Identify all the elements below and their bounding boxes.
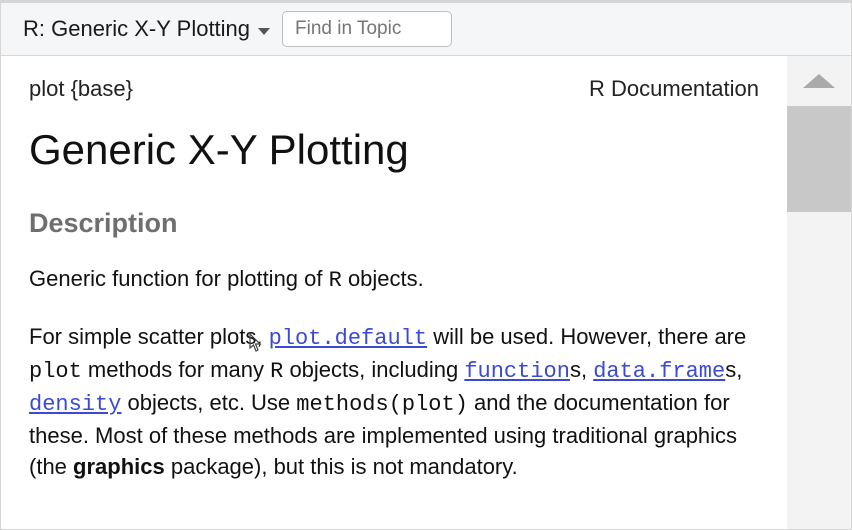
code-plot: plot <box>29 359 82 384</box>
text: objects. <box>342 266 424 291</box>
content-wrap: plot {base} R Documentation Generic X-Y … <box>1 56 851 529</box>
text: methods for many <box>82 357 270 382</box>
doc-header: plot {base} R Documentation <box>29 76 759 102</box>
scroll-thumb[interactable] <box>787 106 851 212</box>
toolbar: R: Generic X-Y Plotting <box>1 3 851 56</box>
topic-dropdown-label: R: Generic X-Y Plotting <box>23 16 250 42</box>
page-title: Generic X-Y Plotting <box>29 126 759 174</box>
text: objects, etc. Use <box>121 390 296 415</box>
chevron-up-icon <box>803 74 835 88</box>
code-methods-plot: methods(plot) <box>296 392 468 417</box>
text: package), but this is not mandatory. <box>165 454 518 479</box>
scroll-up-button[interactable] <box>787 56 851 106</box>
code-R: R <box>270 359 283 384</box>
chevron-down-icon <box>258 28 270 35</box>
link-function[interactable]: function <box>464 359 570 384</box>
text: s, <box>570 357 593 382</box>
link-data-frame[interactable]: data.frame <box>593 359 725 384</box>
text: objects, including <box>283 357 464 382</box>
help-content: plot {base} R Documentation Generic X-Y … <box>1 56 787 529</box>
link-plot-default[interactable]: plot.default <box>269 326 427 351</box>
doc-type-label: R Documentation <box>589 76 759 102</box>
link-density[interactable]: density <box>29 392 121 417</box>
description-paragraph-1: Generic function for plotting of R objec… <box>29 263 759 296</box>
scrollbar[interactable] <box>787 56 851 529</box>
bold-graphics: graphics <box>73 454 165 479</box>
text: For simple scatter plots, <box>29 324 269 349</box>
help-window: R: Generic X-Y Plotting plot {base} R Do… <box>0 0 852 530</box>
text: Generic function for plotting of <box>29 266 329 291</box>
doc-topic-package: plot {base} <box>29 76 133 102</box>
text: will be used. However, there are <box>427 324 746 349</box>
topic-dropdown[interactable]: R: Generic X-Y Plotting <box>23 16 270 42</box>
code-R: R <box>329 268 342 293</box>
description-paragraph-2: For simple scatter plots, plot.default w… <box>29 321 759 483</box>
section-description-heading: Description <box>29 208 759 239</box>
scroll-track[interactable] <box>787 212 851 529</box>
find-in-topic-input[interactable] <box>282 11 452 47</box>
text: s, <box>725 357 742 382</box>
